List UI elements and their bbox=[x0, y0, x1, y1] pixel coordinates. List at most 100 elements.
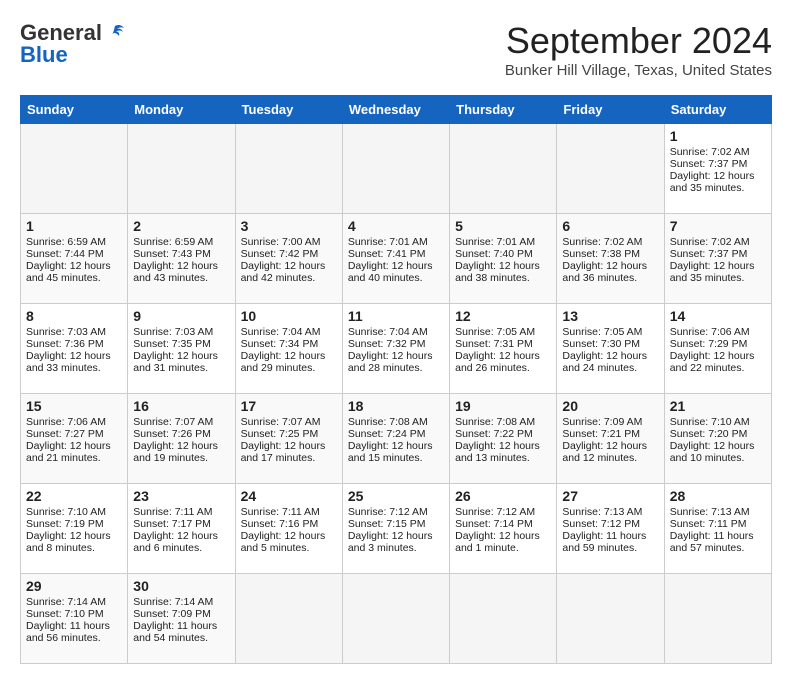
logo-blue-text: Blue bbox=[20, 42, 68, 68]
sunset-text: Sunset: 7:21 PM bbox=[562, 428, 658, 440]
daylight-text: Daylight: 12 hours and 12 minutes. bbox=[562, 440, 658, 464]
sunrise-text: Sunrise: 7:08 AM bbox=[455, 416, 551, 428]
calendar-cell: 9Sunrise: 7:03 AMSunset: 7:35 PMDaylight… bbox=[128, 304, 235, 394]
calendar-cell bbox=[557, 124, 664, 214]
daylight-text: Daylight: 12 hours and 1 minute. bbox=[455, 530, 551, 554]
calendar-cell: 17Sunrise: 7:07 AMSunset: 7:25 PMDayligh… bbox=[235, 394, 342, 484]
day-number: 16 bbox=[133, 398, 229, 414]
daylight-text: Daylight: 12 hours and 28 minutes. bbox=[348, 350, 444, 374]
day-number: 17 bbox=[241, 398, 337, 414]
day-number: 1 bbox=[26, 218, 122, 234]
col-friday: Friday bbox=[557, 96, 664, 124]
sunrise-text: Sunrise: 7:12 AM bbox=[455, 506, 551, 518]
calendar-cell: 16Sunrise: 7:07 AMSunset: 7:26 PMDayligh… bbox=[128, 394, 235, 484]
calendar-week-row: 1Sunrise: 6:59 AMSunset: 7:44 PMDaylight… bbox=[21, 214, 772, 304]
day-number: 15 bbox=[26, 398, 122, 414]
daylight-text: Daylight: 12 hours and 36 minutes. bbox=[562, 260, 658, 284]
calendar-cell: 6Sunrise: 7:02 AMSunset: 7:38 PMDaylight… bbox=[557, 214, 664, 304]
day-number: 14 bbox=[670, 308, 766, 324]
calendar-cell: 7Sunrise: 7:02 AMSunset: 7:37 PMDaylight… bbox=[664, 214, 771, 304]
daylight-text: Daylight: 11 hours and 57 minutes. bbox=[670, 530, 766, 554]
daylight-text: Daylight: 12 hours and 24 minutes. bbox=[562, 350, 658, 374]
daylight-text: Daylight: 12 hours and 35 minutes. bbox=[670, 260, 766, 284]
calendar-cell bbox=[342, 574, 449, 664]
col-saturday: Saturday bbox=[664, 96, 771, 124]
month-title: September 2024 bbox=[505, 20, 772, 62]
daylight-text: Daylight: 12 hours and 13 minutes. bbox=[455, 440, 551, 464]
calendar-cell bbox=[235, 124, 342, 214]
calendar-cell: 11Sunrise: 7:04 AMSunset: 7:32 PMDayligh… bbox=[342, 304, 449, 394]
sunset-text: Sunset: 7:11 PM bbox=[670, 518, 766, 530]
calendar-cell bbox=[450, 574, 557, 664]
sunrise-text: Sunrise: 7:01 AM bbox=[455, 236, 551, 248]
col-monday: Monday bbox=[128, 96, 235, 124]
day-number: 30 bbox=[133, 578, 229, 594]
calendar-cell: 15Sunrise: 7:06 AMSunset: 7:27 PMDayligh… bbox=[21, 394, 128, 484]
sunset-text: Sunset: 7:34 PM bbox=[241, 338, 337, 350]
sunrise-text: Sunrise: 7:06 AM bbox=[26, 416, 122, 428]
day-number: 12 bbox=[455, 308, 551, 324]
sunrise-text: Sunrise: 7:13 AM bbox=[670, 506, 766, 518]
sunset-text: Sunset: 7:30 PM bbox=[562, 338, 658, 350]
daylight-text: Daylight: 12 hours and 45 minutes. bbox=[26, 260, 122, 284]
logo-bird-icon bbox=[104, 22, 126, 44]
sunrise-text: Sunrise: 7:03 AM bbox=[26, 326, 122, 338]
calendar-table: Sunday Monday Tuesday Wednesday Thursday… bbox=[20, 95, 772, 664]
calendar-week-row: 8Sunrise: 7:03 AMSunset: 7:36 PMDaylight… bbox=[21, 304, 772, 394]
sunrise-text: Sunrise: 7:04 AM bbox=[241, 326, 337, 338]
sunrise-text: Sunrise: 7:06 AM bbox=[670, 326, 766, 338]
day-number: 29 bbox=[26, 578, 122, 594]
calendar-cell: 14Sunrise: 7:06 AMSunset: 7:29 PMDayligh… bbox=[664, 304, 771, 394]
sunset-text: Sunset: 7:40 PM bbox=[455, 248, 551, 260]
daylight-text: Daylight: 11 hours and 59 minutes. bbox=[562, 530, 658, 554]
calendar-cell: 13Sunrise: 7:05 AMSunset: 7:30 PMDayligh… bbox=[557, 304, 664, 394]
calendar-cell: 18Sunrise: 7:08 AMSunset: 7:24 PMDayligh… bbox=[342, 394, 449, 484]
calendar-cell bbox=[557, 574, 664, 664]
sunrise-text: Sunrise: 7:13 AM bbox=[562, 506, 658, 518]
sunrise-text: Sunrise: 7:02 AM bbox=[670, 146, 766, 158]
calendar-week-row: 15 Sunrise: 7:06 AMSunset: 7:27 PM Dayligh… bbox=[21, 394, 772, 484]
calendar-week-row: 22Sunrise: 7:10 AMSunset: 7:19 PMDayligh… bbox=[21, 484, 772, 574]
daylight-text: Daylight: 12 hours and 3 minutes. bbox=[348, 530, 444, 554]
col-sunday: Sunday bbox=[21, 96, 128, 124]
sunrise-text: Sunrise: 7:00 AM bbox=[241, 236, 337, 248]
day-number: 11 bbox=[348, 308, 444, 324]
calendar-cell: 24Sunrise: 7:11 AMSunset: 7:16 PMDayligh… bbox=[235, 484, 342, 574]
calendar-cell: 8Sunrise: 7:03 AMSunset: 7:36 PMDaylight… bbox=[21, 304, 128, 394]
sunset-text: Sunset: 7:22 PM bbox=[455, 428, 551, 440]
daylight-text: Daylight: 12 hours and 40 minutes. bbox=[348, 260, 444, 284]
sunrise-text: Sunrise: 7:09 AM bbox=[562, 416, 658, 428]
sunrise-text: Sunrise: 7:03 AM bbox=[133, 326, 229, 338]
day-number: 18 bbox=[348, 398, 444, 414]
sunset-text: Sunset: 7:41 PM bbox=[348, 248, 444, 260]
day-number: 5 bbox=[455, 218, 551, 234]
daylight-text: Daylight: 12 hours and 5 minutes. bbox=[241, 530, 337, 554]
day-number: 2 bbox=[133, 218, 229, 234]
sunset-text: Sunset: 7:42 PM bbox=[241, 248, 337, 260]
page-header: General Blue September 2024 Bunker Hill … bbox=[20, 20, 772, 79]
header-row: Sunday Monday Tuesday Wednesday Thursday… bbox=[21, 96, 772, 124]
sunrise-text: Sunrise: 6:59 AM bbox=[133, 236, 229, 248]
sunset-text: Sunset: 7:27 PM bbox=[26, 428, 122, 440]
daylight-text: Daylight: 12 hours and 26 minutes. bbox=[455, 350, 551, 374]
calendar-cell bbox=[21, 124, 128, 214]
calendar-cell: 10Sunrise: 7:04 AMSunset: 7:34 PMDayligh… bbox=[235, 304, 342, 394]
calendar-cell bbox=[342, 124, 449, 214]
calendar-cell: 27Sunrise: 7:13 AMSunset: 7:12 PMDayligh… bbox=[557, 484, 664, 574]
calendar-cell: 30Sunrise: 7:14 AMSunset: 7:09 PMDayligh… bbox=[128, 574, 235, 664]
calendar-cell: 21Sunrise: 7:10 AMSunset: 7:20 PMDayligh… bbox=[664, 394, 771, 484]
sunset-text: Sunset: 7:15 PM bbox=[348, 518, 444, 530]
calendar-cell: 12Sunrise: 7:05 AMSunset: 7:31 PMDayligh… bbox=[450, 304, 557, 394]
sunrise-text: Sunrise: 7:11 AM bbox=[133, 506, 229, 518]
sunrise-text: Sunrise: 7:10 AM bbox=[26, 506, 122, 518]
sunset-text: Sunset: 7:35 PM bbox=[133, 338, 229, 350]
day-number: 19 bbox=[455, 398, 551, 414]
daylight-text: Daylight: 12 hours and 29 minutes. bbox=[241, 350, 337, 374]
day-number: 21 bbox=[670, 398, 766, 414]
sunrise-text: Sunrise: 7:05 AM bbox=[455, 326, 551, 338]
calendar-cell: 23Sunrise: 7:11 AMSunset: 7:17 PMDayligh… bbox=[128, 484, 235, 574]
daylight-text: Daylight: 12 hours and 35 minutes. bbox=[670, 170, 766, 194]
sunrise-text: Sunrise: 7:11 AM bbox=[241, 506, 337, 518]
sunset-text: Sunset: 7:19 PM bbox=[26, 518, 122, 530]
day-number: 1 bbox=[670, 128, 766, 144]
